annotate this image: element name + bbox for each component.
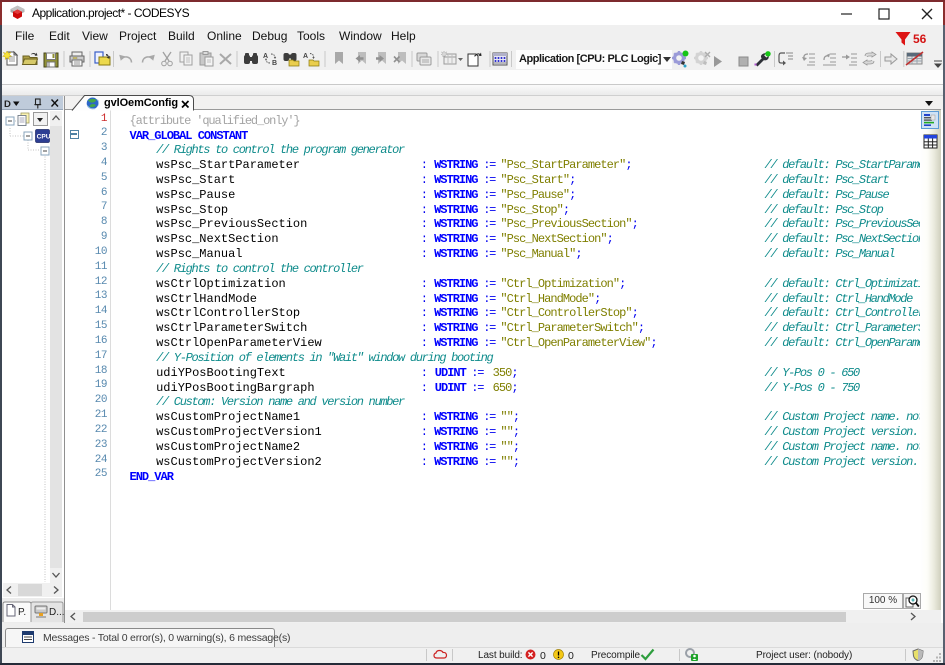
svg-text:D...: D... — [49, 607, 64, 618]
svg-text:CPU: CPU — [37, 134, 50, 141]
svg-text:D: D — [4, 99, 11, 110]
svg-text:P.: P. — [18, 607, 26, 618]
